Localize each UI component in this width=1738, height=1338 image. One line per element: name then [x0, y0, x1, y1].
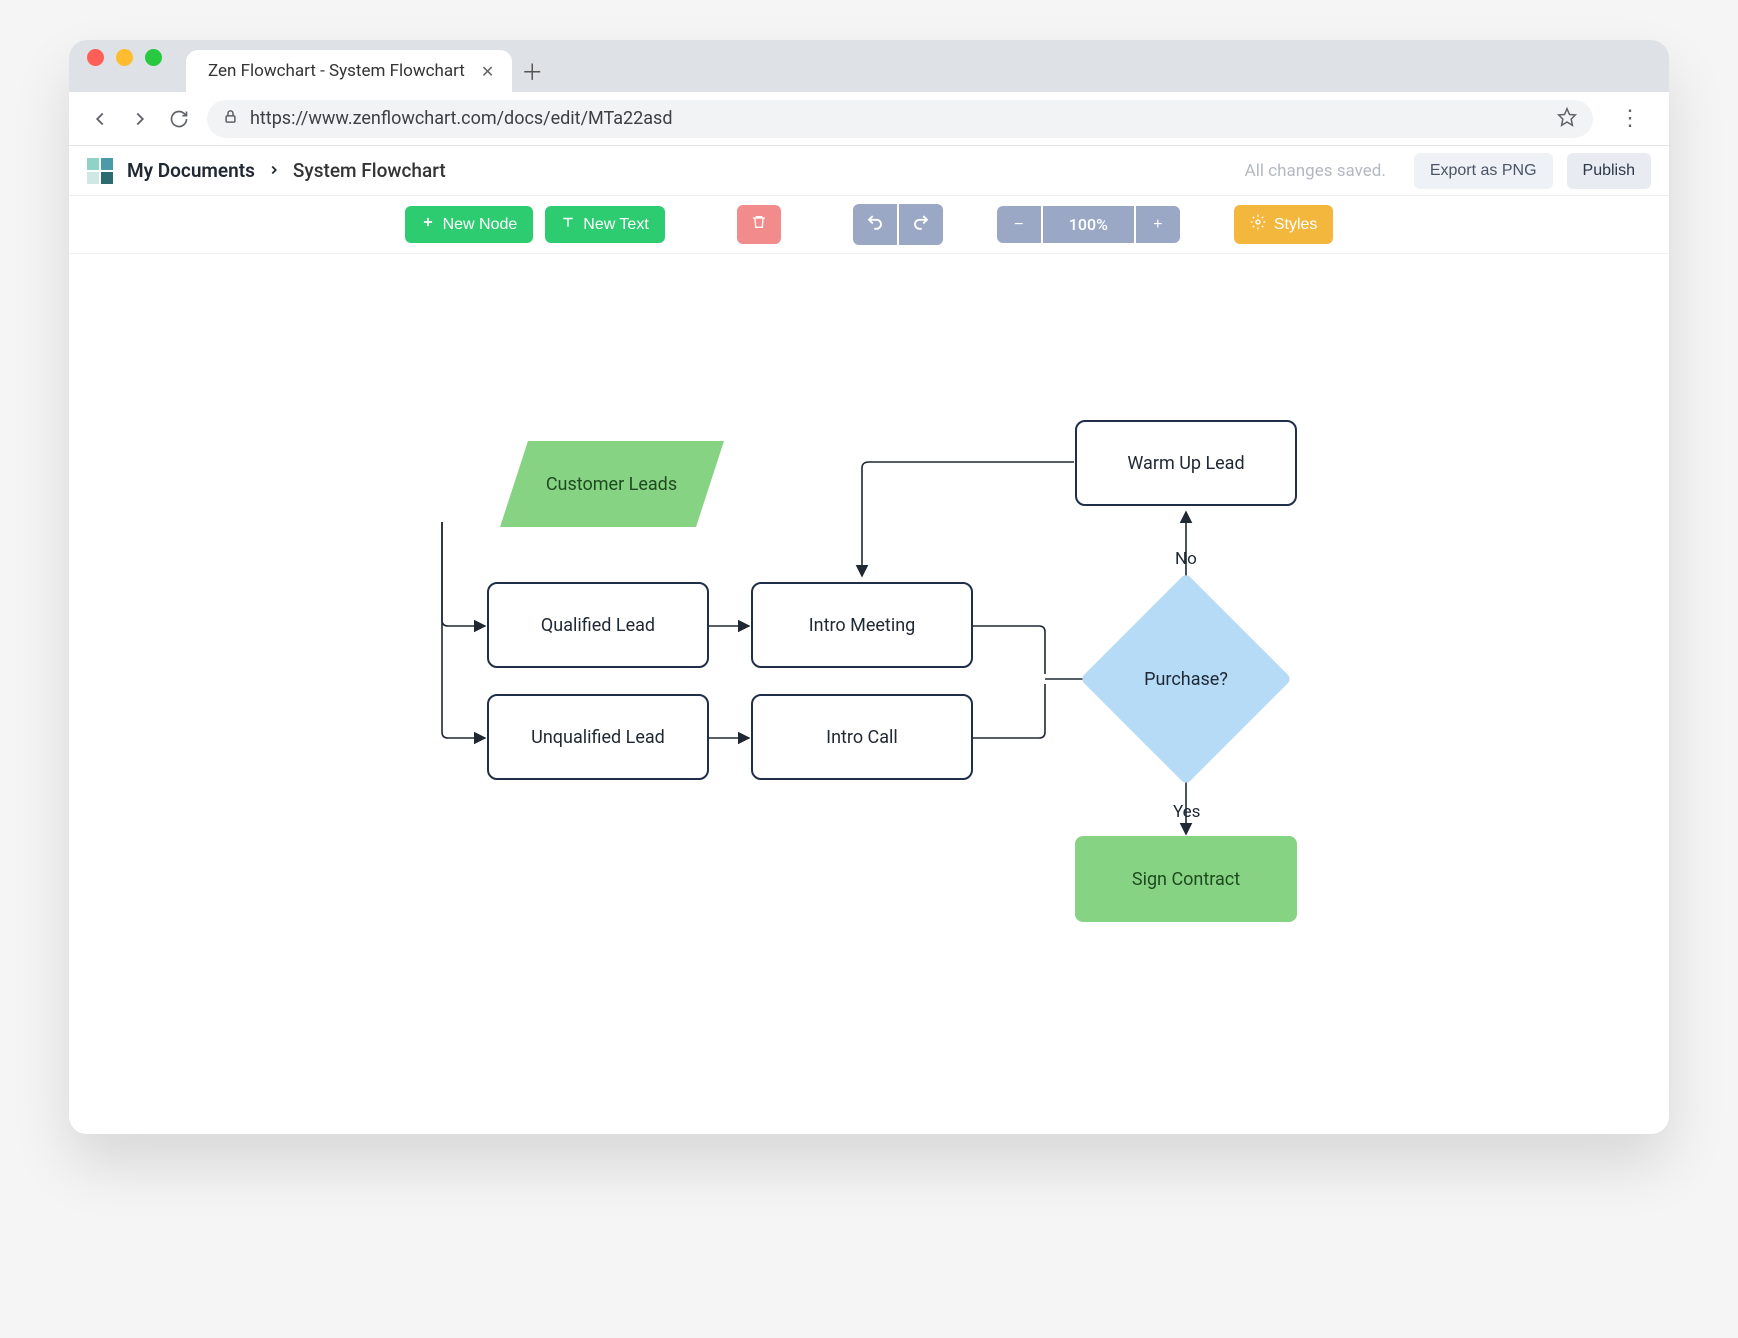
action-bar: New Node New Text [69, 196, 1669, 254]
save-status: All changes saved. [1245, 161, 1386, 181]
redo-button[interactable] [899, 204, 943, 245]
delete-button[interactable] [737, 205, 781, 244]
zoom-group: − 100% + [997, 206, 1180, 243]
browser-window: Zen Flowchart - System Flowchart ✕ ＋ htt… [69, 40, 1669, 1134]
close-tab-icon[interactable]: ✕ [481, 62, 494, 81]
node-label: Sign Contract [1132, 869, 1240, 890]
node-label: Warm Up Lead [1127, 453, 1244, 474]
reload-button[interactable] [169, 109, 189, 129]
styles-button[interactable]: Styles [1234, 205, 1334, 244]
edge-label-yes: Yes [1173, 802, 1200, 822]
minimize-window-button[interactable] [116, 49, 133, 66]
export-label: Export as PNG [1430, 162, 1537, 180]
node-sign-contract[interactable]: Sign Contract [1075, 836, 1297, 922]
browser-toolbar: https://www.zenflowchart.com/docs/edit/M… [69, 92, 1669, 146]
browser-menu-button[interactable]: ⋮ [1611, 106, 1649, 131]
close-window-button[interactable] [87, 49, 104, 66]
node-customer-leads[interactable]: Customer Leads [500, 441, 724, 527]
app-header: My Documents System Flowchart All change… [69, 146, 1669, 196]
undo-button[interactable] [853, 204, 897, 245]
new-text-label: New Text [583, 216, 649, 234]
maximize-window-button[interactable] [145, 49, 162, 66]
app-logo[interactable] [87, 158, 113, 184]
node-warm-up-lead[interactable]: Warm Up Lead [1075, 420, 1297, 506]
breadcrumb-root[interactable]: My Documents [127, 159, 255, 182]
new-node-button[interactable]: New Node [405, 206, 534, 243]
document-title[interactable]: System Flowchart [293, 159, 446, 182]
node-intro-meeting[interactable]: Intro Meeting [751, 582, 973, 668]
node-unqualified-lead[interactable]: Unqualified Lead [487, 694, 709, 780]
window-controls [87, 40, 162, 92]
address-bar[interactable]: https://www.zenflowchart.com/docs/edit/M… [207, 100, 1593, 138]
forward-button[interactable] [129, 108, 151, 130]
titlebar: Zen Flowchart - System Flowchart ✕ ＋ [69, 40, 1669, 92]
plus-icon [421, 215, 435, 234]
plus-icon: ＋ [521, 55, 543, 87]
styles-label: Styles [1274, 216, 1318, 234]
minus-icon: − [1014, 216, 1023, 234]
new-tab-button[interactable]: ＋ [512, 50, 552, 92]
node-purchase-decision[interactable]: Purchase? [1111, 604, 1261, 754]
tab-title: Zen Flowchart - System Flowchart [208, 61, 465, 81]
flowchart-canvas[interactable]: Customer Leads Qualified Lead Unqualifie… [69, 254, 1669, 1134]
zoom-out-button[interactable]: − [997, 206, 1041, 243]
browser-tab[interactable]: Zen Flowchart - System Flowchart ✕ [186, 50, 512, 92]
node-intro-call[interactable]: Intro Call [751, 694, 973, 780]
node-label: Unqualified Lead [531, 727, 665, 748]
bookmark-star-icon[interactable] [1557, 107, 1577, 131]
text-icon [561, 215, 575, 234]
breadcrumb: My Documents System Flowchart [127, 159, 446, 182]
undo-redo-group [853, 204, 943, 245]
zoom-level: 100% [1043, 206, 1134, 243]
chevron-right-icon [267, 159, 281, 182]
export-png-button[interactable]: Export as PNG [1414, 153, 1553, 189]
lock-icon [223, 109, 238, 128]
undo-icon [866, 213, 884, 236]
node-label: Qualified Lead [541, 615, 655, 636]
node-label: Customer Leads [546, 474, 677, 495]
trash-icon [751, 214, 767, 235]
new-node-label: New Node [443, 216, 518, 234]
kebab-icon: ⋮ [1619, 106, 1641, 131]
node-label: Intro Call [826, 727, 898, 748]
node-label: Purchase? [1144, 669, 1228, 690]
url-text: https://www.zenflowchart.com/docs/edit/M… [250, 108, 672, 129]
node-label: Intro Meeting [809, 615, 916, 636]
new-text-button[interactable]: New Text [545, 206, 665, 243]
edge-label-no: No [1175, 549, 1197, 569]
publish-button[interactable]: Publish [1567, 153, 1651, 189]
plus-icon: + [1153, 216, 1162, 234]
redo-icon [912, 213, 930, 236]
publish-label: Publish [1583, 162, 1635, 180]
zoom-in-button[interactable]: + [1136, 206, 1180, 243]
node-qualified-lead[interactable]: Qualified Lead [487, 582, 709, 668]
gear-icon [1250, 214, 1266, 235]
back-button[interactable] [89, 108, 111, 130]
